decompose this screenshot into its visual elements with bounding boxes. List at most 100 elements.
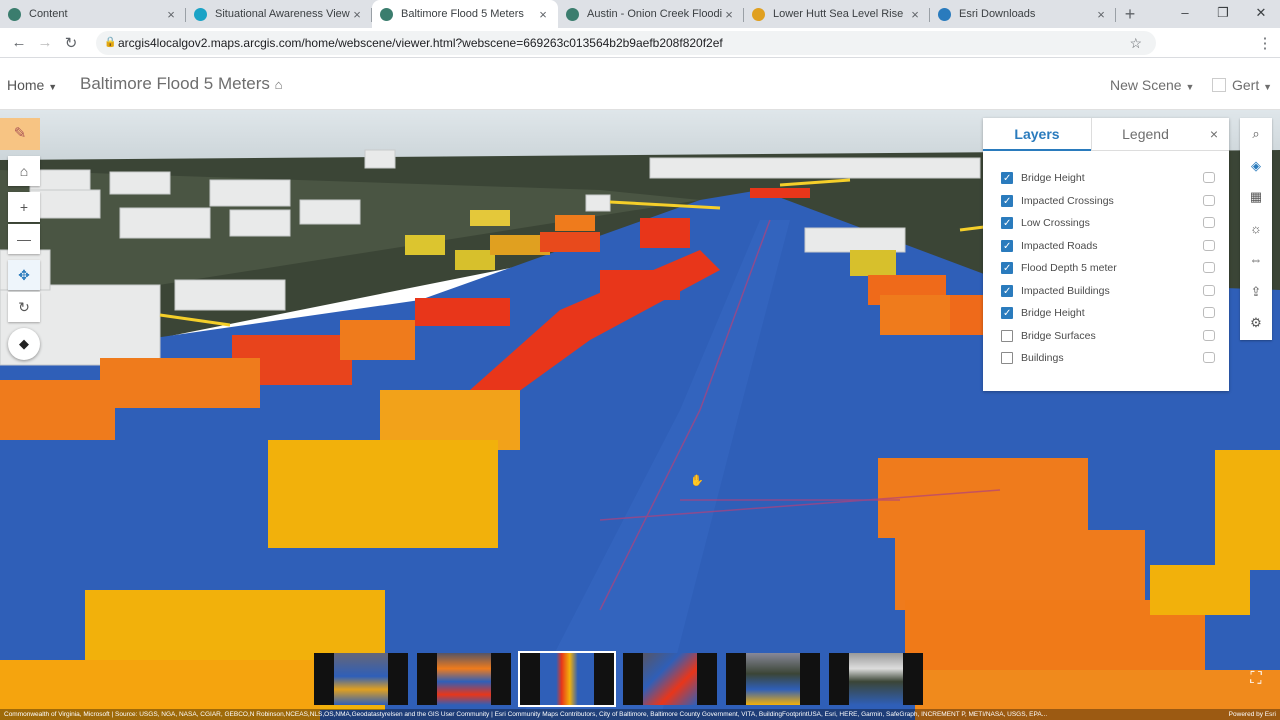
favicon-icon — [566, 7, 579, 21]
layer-name: Bridge Surfaces — [1021, 329, 1096, 342]
layer-name: Buildings — [1021, 352, 1064, 364]
layer-checkbox[interactable] — [1001, 192, 1013, 212]
slide-thumbnail[interactable] — [417, 653, 511, 705]
home-menu[interactable]: Home ▼ — [7, 77, 57, 93]
layer-name: Low Crossings — [1021, 217, 1090, 229]
settings-icon[interactable]: ⚙ — [1240, 307, 1272, 339]
layer-options-icon[interactable] — [1203, 172, 1215, 183]
new-tab-button[interactable]: + — [1116, 0, 1144, 28]
layer-checkbox[interactable] — [1001, 282, 1013, 302]
basemap-gallery-icon[interactable]: ▦ — [1240, 181, 1272, 213]
home-view-button[interactable]: ⌂ — [8, 156, 40, 186]
chevron-down-icon: ▼ — [1263, 82, 1273, 92]
slide-thumbnail[interactable] — [518, 651, 616, 707]
slide-thumbnail[interactable] — [623, 653, 717, 705]
layer-item[interactable]: Buildings — [1001, 348, 1215, 368]
search-icon[interactable]: ⌕ — [1240, 118, 1272, 150]
zoom-out-button[interactable]: — — [8, 224, 40, 254]
slide-thumbnail[interactable] — [314, 653, 408, 705]
layer-item[interactable]: Impacted Buildings — [1001, 281, 1215, 302]
layer-options-icon[interactable] — [1203, 329, 1215, 341]
fullscreen-icon[interactable]: ⛶ — [1246, 669, 1266, 689]
daylight-icon[interactable]: ☼ — [1240, 213, 1272, 245]
bookmark-star-icon[interactable]: ☆ — [1129, 31, 1142, 55]
layer-item[interactable]: Bridge Surfaces — [1001, 326, 1215, 346]
slide-thumbnail[interactable] — [726, 653, 820, 705]
layer-checkbox[interactable] — [1001, 259, 1013, 279]
favicon-icon — [938, 7, 951, 21]
browser-tab[interactable]: Austin - Onion Creek Flooding × — [558, 0, 744, 28]
layers-icon[interactable]: ◈ — [1240, 150, 1272, 182]
layer-checkbox[interactable] — [1001, 214, 1013, 234]
tab-title: Situational Awareness Viewer — [215, 8, 350, 20]
layer-checkbox[interactable] — [1001, 169, 1013, 189]
attribution-bar: Commonwealth of Virginia, Microsoft | So… — [0, 709, 1280, 720]
slides-bar — [314, 651, 932, 707]
share-icon[interactable]: ⇪ — [1240, 276, 1272, 308]
favicon-icon — [8, 7, 21, 21]
layer-item[interactable]: Low Crossings — [1001, 213, 1215, 234]
layer-options-icon[interactable] — [1203, 284, 1215, 296]
layer-checkbox[interactable] — [1001, 352, 1013, 364]
layer-options-icon[interactable] — [1203, 262, 1215, 273]
measure-icon[interactable]: ⇔ — [1240, 244, 1272, 276]
tab-legend[interactable]: Legend — [1091, 118, 1199, 151]
new-scene-menu[interactable]: New Scene ▼ — [1110, 77, 1194, 93]
close-tab-icon[interactable]: × — [722, 7, 736, 22]
chevron-down-icon: ▼ — [1185, 82, 1195, 92]
menu-icon[interactable]: ⋮ — [1252, 34, 1278, 52]
close-tab-icon[interactable]: × — [908, 7, 922, 22]
layer-item[interactable]: Bridge Height — [1001, 168, 1215, 189]
tab-title: Baltimore Flood 5 Meters — [401, 8, 524, 20]
layer-name: Flood Depth 5 meter — [1021, 262, 1117, 274]
layer-item[interactable]: Bridge Height — [1001, 303, 1215, 324]
layer-item[interactable]: Flood Depth 5 meter — [1001, 258, 1215, 279]
layer-checkbox[interactable] — [1001, 329, 1013, 342]
layers-panel: Layers Legend × Bridge Height Impacted Cr… — [983, 118, 1229, 391]
pan-button[interactable]: ✥ — [8, 260, 40, 290]
layer-item[interactable]: Impacted Roads — [1001, 236, 1215, 257]
layer-options-icon[interactable] — [1203, 307, 1215, 318]
close-tab-icon[interactable]: × — [536, 7, 550, 22]
right-tool-strip: ⌕ ◈ ▦ ☼ ⇔ ⇪ ⚙ — [1240, 118, 1272, 340]
favicon-icon — [752, 7, 765, 21]
browser-tab[interactable]: Baltimore Flood 5 Meters × — [372, 0, 558, 28]
layer-options-icon[interactable] — [1203, 352, 1215, 363]
layer-options-icon[interactable] — [1203, 239, 1215, 251]
close-tab-icon[interactable]: × — [350, 7, 364, 22]
user-avatar — [1212, 78, 1226, 92]
tab-layers[interactable]: Layers — [983, 118, 1091, 151]
user-menu[interactable]: Gert ▼ — [1212, 77, 1272, 93]
tab-title: Lower Hutt Sea Level Rise — [773, 8, 904, 20]
layer-checkbox[interactable] — [1001, 237, 1013, 257]
chevron-down-icon: ▼ — [48, 82, 58, 92]
browser-tab[interactable]: Situational Awareness Viewer × — [186, 0, 372, 28]
rotate-button[interactable]: ↻ — [8, 292, 40, 322]
address-bar[interactable]: 🔒 arcgis4localgov2.maps.arcgis.com/home/… — [96, 31, 1156, 55]
compass-icon[interactable]: ◆ — [8, 328, 40, 360]
close-icon[interactable]: × — [1199, 118, 1229, 151]
tab-title: Austin - Onion Creek Flooding — [587, 8, 722, 20]
close-tab-icon[interactable]: × — [1094, 7, 1108, 22]
browser-tab[interactable]: Content × — [0, 0, 186, 28]
hand-cursor-icon: ✋ — [690, 475, 704, 487]
close-window-icon[interactable]: ✕ — [1242, 0, 1280, 28]
minimize-icon[interactable]: – — [1166, 0, 1204, 28]
back-icon[interactable]: ← — [6, 34, 32, 51]
layer-item[interactable]: Impacted Crossings — [1001, 191, 1215, 212]
maximize-icon[interactable]: ❐ — [1204, 0, 1242, 28]
forward-icon[interactable]: → — [32, 34, 58, 51]
pencil-icon[interactable]: ✎ — [0, 118, 40, 150]
layer-checkbox[interactable] — [1001, 304, 1013, 324]
close-tab-icon[interactable]: × — [164, 7, 178, 22]
attribution-text: Commonwealth of Virginia, Microsoft | So… — [4, 711, 1048, 718]
layer-name: Bridge Height — [1021, 307, 1085, 319]
layer-name: Bridge Height — [1021, 172, 1085, 184]
layer-options-icon[interactable] — [1203, 194, 1215, 206]
layer-options-icon[interactable] — [1203, 217, 1215, 228]
browser-tab[interactable]: Lower Hutt Sea Level Rise × — [744, 0, 930, 28]
browser-tab[interactable]: Esri Downloads × — [930, 0, 1116, 28]
zoom-in-button[interactable]: + — [8, 192, 40, 222]
reload-icon[interactable]: ↻ — [58, 34, 84, 52]
slide-thumbnail[interactable] — [829, 653, 923, 705]
